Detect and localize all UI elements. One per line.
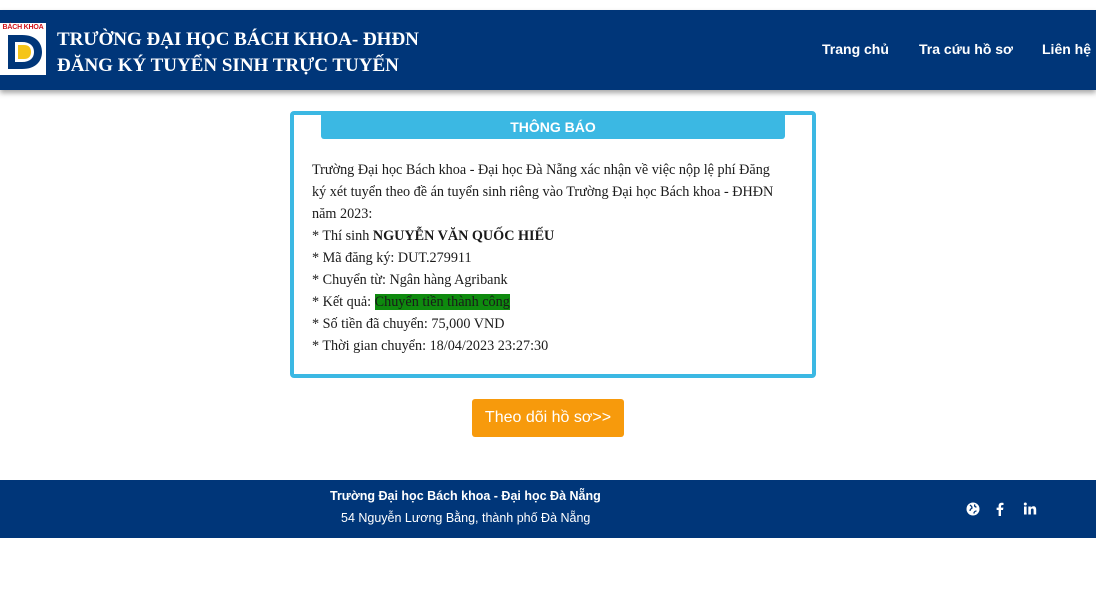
reg-code-value: DUT.279911 bbox=[397, 250, 472, 266]
source-value: Ngân hàng Agribank bbox=[389, 272, 508, 288]
nav-lookup[interactable]: Tra cứu hồ sơ bbox=[919, 41, 1013, 57]
logo-text: BÁCH KHOA bbox=[2, 24, 44, 31]
result-row: * Kết quả: Chuyển tiền thành công bbox=[312, 291, 798, 313]
linkedin-icon[interactable] bbox=[1022, 501, 1038, 517]
amount-row: * Số tiền đã chuyển: 75,000 VND bbox=[312, 313, 798, 335]
site-title-line2: ĐĂNG KÝ TUYỂN SINH TRỰC TUYẾN bbox=[57, 55, 399, 76]
result-label: * Kết quả: bbox=[312, 294, 375, 310]
facebook-icon[interactable] bbox=[992, 501, 1008, 517]
notice-intro-line: năm 2023: bbox=[312, 206, 373, 222]
candidate-label: * Thí sinh bbox=[312, 228, 373, 244]
notice-intro-line: ký xét tuyển theo đề án tuyển sinh riêng… bbox=[312, 184, 774, 200]
site-title: TRƯỜNG ĐẠI HỌC BÁCH KHOA- ĐHĐN ĐĂNG KÝ T… bbox=[57, 27, 419, 79]
result-status-badge: Chuyển tiền thành công bbox=[374, 294, 510, 310]
candidate-row: * Thí sinh NGUYỄN VĂN QUỐC HIẾU bbox=[312, 225, 798, 247]
footer-institution: Trường Đại học Bách khoa - Đại học Đà Nẵ… bbox=[330, 489, 601, 503]
footer-address: 54 Nguyễn Lương Bằng, thành phố Đà Nẵng bbox=[341, 511, 591, 525]
time-row: * Thời gian chuyển: 18/04/2023 23:27:30 bbox=[312, 335, 798, 357]
notice-box: THÔNG BÁO Trường Đại học Bách khoa - Đại… bbox=[290, 111, 816, 378]
logo-mark-icon bbox=[3, 35, 42, 69]
track-application-button[interactable]: Theo dõi hồ sơ>> bbox=[472, 399, 624, 437]
amount-value: 75,000 VND bbox=[431, 316, 505, 332]
notice-title: THÔNG BÁO bbox=[321, 114, 785, 139]
reg-code-label: * Mã đăng ký: bbox=[312, 250, 398, 266]
candidate-name: NGUYỄN VĂN QUỐC HIẾU bbox=[372, 228, 555, 244]
nav-home[interactable]: Trang chủ bbox=[822, 41, 889, 57]
notice-body: Trường Đại học Bách khoa - Đại học Đà Nẵ… bbox=[312, 159, 798, 357]
source-label: * Chuyển từ: bbox=[312, 272, 390, 288]
notice-intro-line: Trường Đại học Bách khoa - Đại học Đà Nẵ… bbox=[312, 162, 770, 178]
site-title-line1: TRƯỜNG ĐẠI HỌC BÁCH KHOA- ĐHĐN bbox=[57, 29, 419, 50]
time-value: 18/04/2023 23:27:30 bbox=[429, 338, 549, 354]
nav-contact[interactable]: Liên hệ bbox=[1042, 41, 1091, 57]
globe-icon[interactable] bbox=[965, 501, 981, 517]
source-row: * Chuyển từ: Ngân hàng Agribank bbox=[312, 269, 798, 291]
time-label: * Thời gian chuyển: bbox=[312, 338, 430, 354]
site-header: BÁCH KHOA TRƯỜNG ĐẠI HỌC BÁCH KHOA- ĐHĐN… bbox=[0, 10, 1096, 90]
logo[interactable]: BÁCH KHOA bbox=[0, 23, 46, 75]
amount-label: * Số tiền đã chuyển: bbox=[312, 316, 432, 332]
reg-code-row: * Mã đăng ký: DUT.279911 bbox=[312, 247, 798, 269]
site-footer: Trường Đại học Bách khoa - Đại học Đà Nẵ… bbox=[0, 480, 1096, 538]
